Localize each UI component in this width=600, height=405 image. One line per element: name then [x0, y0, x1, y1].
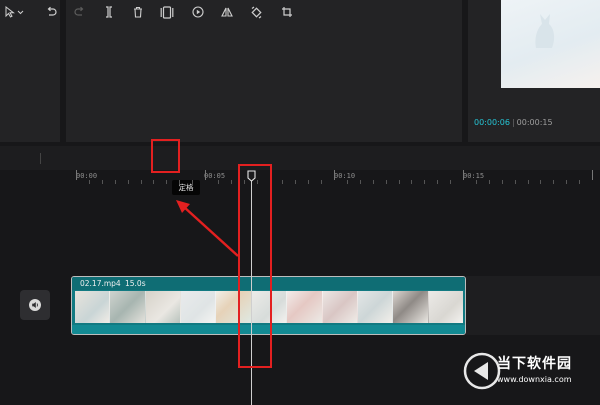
- rotate-icon: [250, 6, 262, 18]
- redo-icon: [74, 6, 84, 16]
- ruler-label: 00:10: [334, 172, 356, 180]
- clip-thumbnail: [145, 291, 182, 323]
- clip-thumbnail: [181, 291, 217, 323]
- split-icon: [106, 6, 112, 18]
- ruler-tick: [128, 180, 129, 184]
- ruler-tick: [153, 180, 154, 184]
- freeze-frame-icon: [160, 5, 174, 19]
- ruler-tick: [76, 170, 77, 180]
- total-time: 00:00:15: [516, 118, 553, 127]
- clip-thumbnail: [357, 291, 394, 323]
- speaker-icon: [29, 299, 41, 311]
- current-time: 00:00:06: [474, 118, 510, 127]
- ruler-tick: [528, 180, 529, 184]
- ruler-tick: [115, 180, 116, 184]
- undo-icon: [47, 6, 57, 16]
- ruler-tick: [540, 180, 541, 184]
- ruler-tick: [592, 170, 593, 180]
- watermark-title: 当下软件园: [497, 356, 572, 372]
- ruler-label: 00:15: [463, 172, 485, 180]
- undo-button[interactable]: [44, 0, 58, 24]
- track-audio-button[interactable]: [20, 290, 50, 320]
- freeze-frame-highlight-box: [151, 139, 180, 173]
- delete-button[interactable]: [131, 0, 145, 24]
- ruler-tick: [179, 180, 180, 184]
- redo-button[interactable]: [73, 0, 87, 24]
- timeline-toolbar: [0, 146, 600, 170]
- playhead-highlight-box: [238, 164, 272, 368]
- ruler-tick: [515, 180, 516, 184]
- ruler-tick: [308, 180, 309, 184]
- ruler-tick: [424, 180, 425, 184]
- ruler-tick: [373, 180, 374, 184]
- watermark-url: www.downxia.com: [497, 375, 572, 384]
- clip-thumbnail: [287, 291, 323, 323]
- freeze-frame-button[interactable]: [159, 0, 175, 24]
- ruler-tick: [502, 180, 503, 184]
- crop-button[interactable]: [280, 0, 294, 24]
- ruler-tick: [386, 180, 387, 184]
- player-timecode: 00:00:06 | 00:00:15: [474, 118, 553, 127]
- select-tool-button[interactable]: [0, 0, 30, 24]
- ruler-tick: [411, 180, 412, 184]
- timecode-separator: |: [511, 118, 515, 127]
- clip-thumbnail: [75, 291, 111, 323]
- ruler-tick: [399, 180, 400, 184]
- ruler-tick: [334, 170, 335, 180]
- media-panel: [66, 0, 462, 142]
- ruler-tick: [295, 180, 296, 184]
- clip-thumbnail: [110, 291, 146, 323]
- play-circle-icon: [192, 6, 204, 18]
- ruler-tick: [450, 180, 451, 184]
- clip-thumbnail: [322, 291, 358, 323]
- mirror-button[interactable]: [220, 0, 234, 24]
- ruler-tick: [347, 180, 348, 184]
- mirror-icon: [221, 7, 233, 17]
- reverse-button[interactable]: [191, 0, 205, 24]
- ruler-tick: [476, 180, 477, 184]
- ruler-tick: [566, 180, 567, 184]
- ruler-tick: [489, 180, 490, 184]
- ruler-label: 00:05: [204, 172, 226, 180]
- ruler-tick: [102, 180, 103, 184]
- ruler-tick: [437, 180, 438, 184]
- rotate-button[interactable]: [249, 0, 263, 24]
- ruler-tick: [205, 170, 206, 180]
- cursor-arrow-icon: [5, 6, 24, 18]
- ruler-tick: [553, 180, 554, 184]
- ruler-tick: [192, 180, 193, 184]
- split-button[interactable]: [102, 0, 116, 24]
- trash-icon: [134, 6, 142, 18]
- annotation-arrow-icon: [176, 200, 239, 257]
- preview-cat-decoration: [535, 14, 555, 48]
- clip-thumbnail: [428, 291, 463, 323]
- ruler-tick: [89, 180, 90, 184]
- ruler-tick: [218, 180, 219, 184]
- ruler-tick: [231, 180, 232, 184]
- clip-duration: 15.0s: [125, 279, 146, 288]
- ruler-tick: [141, 180, 142, 184]
- toolbar-divider: [40, 153, 41, 164]
- clip-name: 02.17.mp4: [80, 279, 121, 288]
- ruler-tick: [463, 170, 464, 180]
- ruler-tick: [360, 180, 361, 184]
- clip-thumbnail: [393, 291, 429, 323]
- ruler-tick: [321, 180, 322, 184]
- empty-track-area: [466, 276, 600, 335]
- ruler-label: 00:00: [76, 172, 98, 180]
- ruler-tick: [579, 180, 580, 184]
- ruler-tick: [282, 180, 283, 184]
- ruler-tick: [166, 180, 167, 184]
- crop-icon: [282, 7, 292, 17]
